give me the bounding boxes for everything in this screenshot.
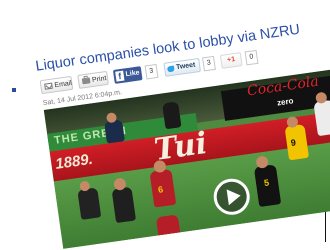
email-button[interactable]: Email: [39, 75, 74, 95]
facebook-like-button[interactable]: f Like: [112, 66, 143, 84]
print-label: Print: [91, 75, 107, 85]
email-label: Email: [54, 79, 73, 90]
facebook-like-count: 3: [144, 63, 159, 80]
tweet-button[interactable]: Tweet: [163, 57, 202, 77]
tweet-label: Tweet: [175, 61, 196, 72]
print-icon: [81, 77, 91, 85]
video-player-figure: [104, 119, 125, 144]
list-bullet: [12, 88, 16, 92]
twitter-icon: [166, 65, 175, 73]
video-player-figure: [77, 187, 102, 220]
tweet-count: 3: [202, 55, 216, 72]
facebook-icon: f: [115, 70, 125, 82]
facebook-like-label: Like: [125, 69, 141, 79]
article-card-inner: Liquor companies look to lobby via NZRU …: [22, 0, 330, 249]
print-button[interactable]: Print: [77, 70, 109, 89]
play-icon: [226, 187, 242, 206]
video-player-figure: [162, 101, 182, 130]
google-plus-button[interactable]: +1: [219, 52, 243, 69]
article-card: Liquor companies look to lobby via NZRU …: [22, 0, 330, 249]
google-plus-count: 0: [244, 49, 259, 66]
email-icon: [44, 82, 53, 90]
